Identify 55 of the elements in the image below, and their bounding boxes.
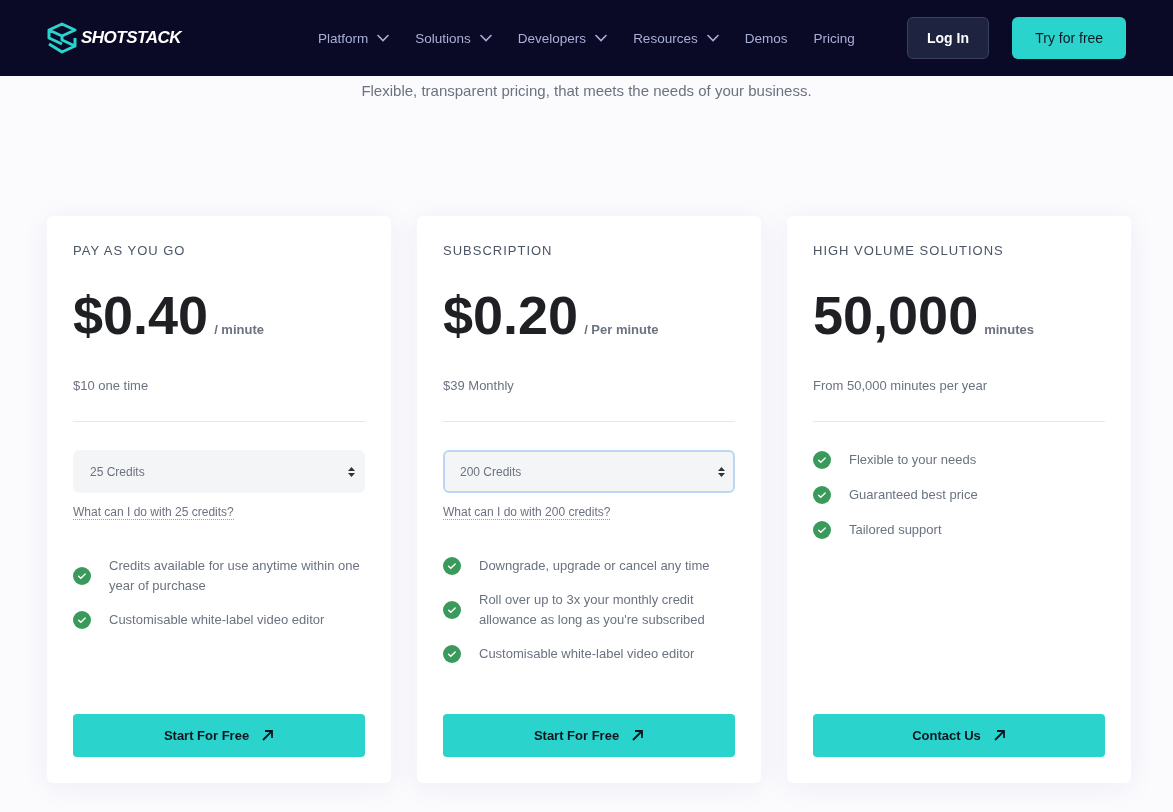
- credits-select[interactable]: 25 Credits: [73, 450, 365, 493]
- sort-arrows-icon: [348, 466, 355, 477]
- plan-note: From 50,000 minutes per year: [813, 378, 1105, 422]
- login-button[interactable]: Log In: [906, 17, 990, 59]
- try-for-free-button[interactable]: Try for free: [1012, 17, 1126, 59]
- price-unit: / minute: [214, 322, 264, 337]
- nav-link[interactable]: Demos: [744, 30, 788, 46]
- plan-action-button[interactable]: Contact Us: [813, 714, 1105, 757]
- check-circle-icon: [443, 601, 461, 619]
- feature-text: Flexible to your needs: [849, 451, 977, 469]
- check-circle-icon: [443, 557, 461, 575]
- nav-link[interactable]: Resources: [633, 30, 719, 46]
- check-circle-icon: [73, 567, 91, 585]
- arrow-up-right-icon: [631, 729, 645, 742]
- feature-text: Roll over up to 3x your monthly credit allowance as long as you're subscribed: [479, 591, 706, 629]
- chevron-down-icon: [706, 34, 719, 42]
- feature-text: Customisable white-label video editor: [479, 645, 695, 663]
- check-circle-icon: [73, 611, 91, 629]
- check-circle-icon: [443, 645, 461, 663]
- chevron-down-icon: [595, 34, 608, 42]
- check-circle-icon: [813, 521, 831, 539]
- credits-info-link[interactable]: What can I do with 25 credits?: [73, 505, 234, 520]
- plan-name: PAY AS YOU GO: [73, 243, 187, 258]
- credits-info-link[interactable]: What can I do with 200 credits?: [443, 505, 611, 520]
- arrow-up-right-icon: [992, 729, 1006, 742]
- feature-text: Downgrade, upgrade or cancel any time: [479, 557, 710, 575]
- nav-link[interactable]: Pricing: [813, 30, 855, 46]
- price: $0.40: [73, 288, 209, 342]
- price: 50,000: [813, 288, 979, 342]
- chevron-down-icon: [479, 34, 492, 42]
- chevron-down-icon: [377, 34, 390, 42]
- plan-note: $10 one time: [73, 378, 365, 422]
- price: $0.20: [443, 288, 579, 342]
- feature-text: Guaranteed best price: [849, 486, 978, 504]
- feature-text: Credits available for use anytime within one year of purchase: [109, 557, 361, 595]
- nav-link[interactable]: Platform: [318, 30, 390, 46]
- check-circle-icon: [813, 451, 831, 469]
- price-unit: / Per minute: [584, 322, 659, 337]
- brand-name[interactable]: SHOTSTACK: [81, 28, 181, 48]
- nav-link[interactable]: Solutions: [415, 30, 492, 46]
- sort-arrows-icon: [718, 466, 725, 477]
- credits-select[interactable]: 200 Credits: [443, 450, 735, 493]
- price-unit: minutes: [984, 322, 1034, 337]
- arrow-up-right-icon: [261, 729, 275, 742]
- check-circle-icon: [813, 486, 831, 504]
- plan-name: HIGH VOLUME SOLUTIONS: [813, 243, 1005, 258]
- nav-link[interactable]: Developers: [517, 30, 608, 46]
- plan-name: SUBSCRIPTION: [443, 243, 554, 258]
- subtitle: Flexible, transparent pricing, that meets the needs of your business.: [360, 82, 813, 99]
- feature-text: Tailored support: [849, 521, 942, 539]
- plan-action-button[interactable]: Start For Free: [73, 714, 365, 757]
- logo-icon: [47, 22, 77, 54]
- feature-text: Customisable white-label video editor: [109, 611, 325, 629]
- plan-action-button[interactable]: Start For Free: [443, 714, 735, 757]
- plan-note: $39 Monthly: [443, 378, 735, 422]
